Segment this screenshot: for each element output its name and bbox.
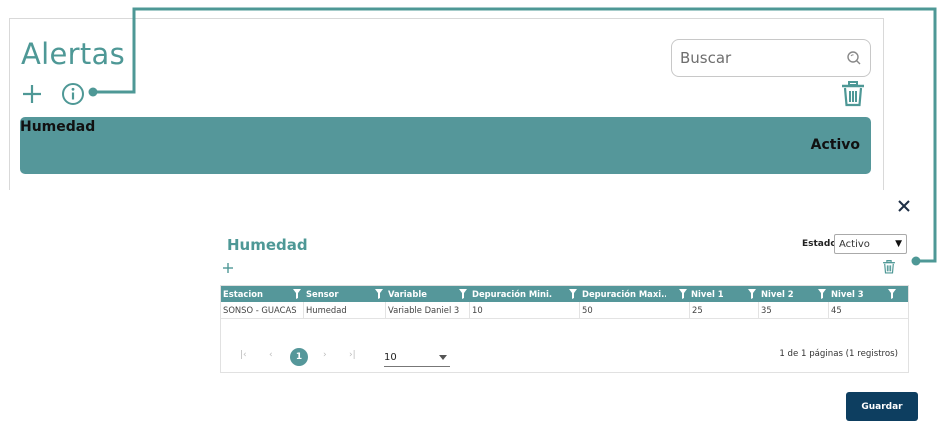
table-cell: 10 bbox=[469, 302, 579, 319]
column-header[interactable]: Estacion bbox=[223, 286, 291, 302]
next-page-icon[interactable]: › bbox=[323, 350, 327, 360]
alert-name: Humedad bbox=[20, 119, 96, 135]
search-input[interactable] bbox=[680, 49, 846, 67]
chevron-down-icon: ▼ bbox=[895, 239, 902, 249]
column-header[interactable]: Depuración Maxi... bbox=[582, 286, 666, 302]
column-header[interactable]: Variable bbox=[388, 286, 456, 302]
current-page-button[interactable]: 1 bbox=[290, 348, 308, 366]
table-cell: Humedad bbox=[303, 302, 385, 319]
filter-icon[interactable] bbox=[748, 289, 756, 299]
prev-page-icon[interactable]: ‹ bbox=[269, 350, 273, 360]
close-icon[interactable] bbox=[897, 199, 911, 213]
search-icon[interactable] bbox=[846, 50, 862, 66]
alert-status: Activo bbox=[810, 137, 860, 153]
table-cell: 25 bbox=[689, 302, 758, 319]
trash-icon[interactable] bbox=[841, 81, 865, 107]
save-button[interactable]: Guardar bbox=[846, 392, 918, 421]
table-row[interactable]: SONSO - GUACAS Humedad Variable Daniel 3… bbox=[221, 302, 908, 319]
data-grid: Estacion Sensor Variable Depuración Mini… bbox=[220, 285, 909, 373]
grid-header: Estacion Sensor Variable Depuración Mini… bbox=[221, 286, 908, 302]
info-icon[interactable] bbox=[61, 82, 85, 106]
modal-title: Humedad bbox=[227, 236, 308, 254]
first-page-icon[interactable]: |‹ bbox=[240, 350, 247, 360]
page-size-value: 10 bbox=[384, 352, 397, 363]
table-cell: 50 bbox=[579, 302, 689, 319]
page-size-select[interactable]: 10 bbox=[384, 348, 450, 367]
column-header[interactable]: Sensor bbox=[306, 286, 374, 302]
filter-icon[interactable] bbox=[679, 289, 687, 299]
table-cell: 45 bbox=[828, 302, 908, 319]
column-header[interactable]: Nivel 3 bbox=[831, 286, 887, 302]
filter-icon[interactable] bbox=[569, 289, 577, 299]
estado-value: Activo bbox=[839, 238, 870, 250]
filter-icon[interactable] bbox=[293, 289, 301, 299]
plus-icon[interactable] bbox=[222, 262, 234, 274]
table-cell: SONSO - GUACAS bbox=[223, 305, 297, 315]
filter-icon[interactable] bbox=[888, 289, 896, 299]
column-header[interactable]: Depuración Mini... bbox=[472, 286, 552, 302]
trash-icon[interactable] bbox=[882, 260, 896, 274]
pager: |‹ ‹ 1 › ›| 10 1 de 1 páginas (1 registr… bbox=[221, 344, 908, 368]
filter-icon[interactable] bbox=[459, 289, 467, 299]
search-box[interactable] bbox=[671, 39, 871, 77]
plus-icon[interactable] bbox=[20, 82, 44, 106]
chevron-down-icon bbox=[439, 355, 447, 360]
last-page-icon[interactable]: ›| bbox=[349, 350, 356, 360]
pager-info: 1 de 1 páginas (1 registros) bbox=[779, 349, 898, 359]
page-title: Alertas bbox=[21, 37, 126, 71]
filter-icon[interactable] bbox=[818, 289, 826, 299]
table-cell: Variable Daniel 3 bbox=[385, 302, 469, 319]
filter-icon[interactable] bbox=[375, 289, 383, 299]
table-cell: 35 bbox=[758, 302, 828, 319]
column-header[interactable]: Nivel 2 bbox=[761, 286, 817, 302]
estado-select[interactable]: Activo ▼ bbox=[834, 234, 907, 254]
alert-card[interactable]: Humedad Activo bbox=[20, 117, 871, 174]
column-header[interactable]: Nivel 1 bbox=[691, 286, 747, 302]
